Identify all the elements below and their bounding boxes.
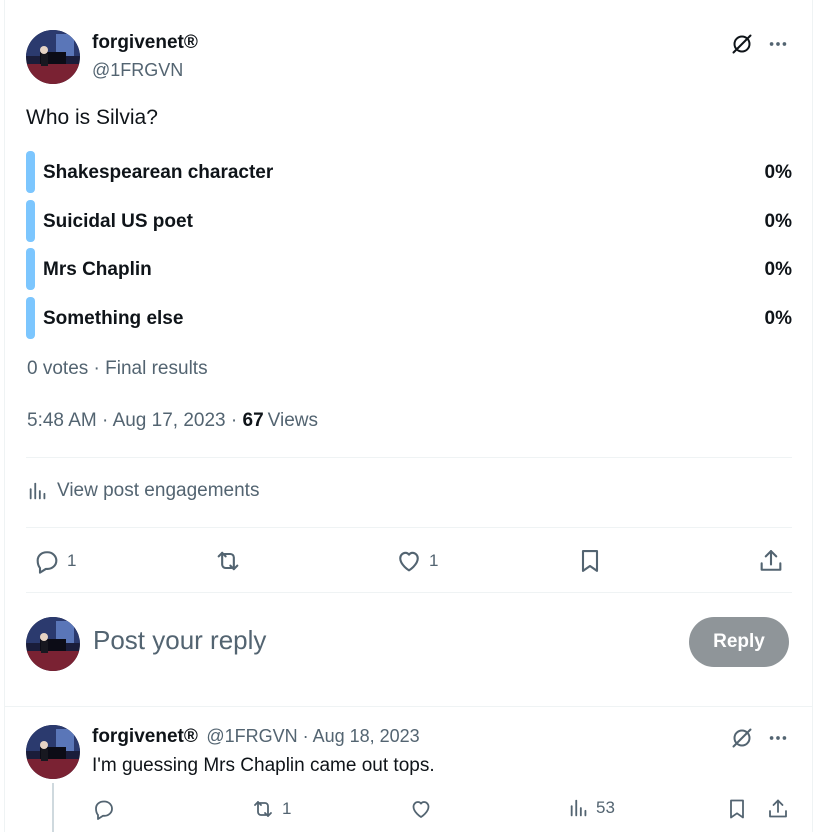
poll-summary: 0 votes · Final results: [27, 358, 208, 379]
repost-icon: [254, 801, 272, 817]
divider: [26, 592, 792, 593]
poll-option-bar: [26, 248, 35, 290]
grok-icon[interactable]: [728, 724, 756, 752]
grok-icon[interactable]: [728, 30, 756, 58]
poll-option-label: Suicidal US poet: [43, 211, 193, 232]
composer-avatar[interactable]: [26, 617, 80, 671]
analytics-icon: [570, 799, 587, 817]
avatar[interactable]: [26, 30, 80, 84]
share-icon: [769, 799, 787, 818]
post-time[interactable]: 5:48 AM: [27, 410, 97, 431]
bookmark-icon: [581, 550, 599, 572]
post-display-name[interactable]: forgivenet®: [92, 32, 198, 54]
post-text: Who is Silvia?: [26, 106, 158, 129]
poll-option-label: Something else: [43, 308, 184, 329]
reply-count: 1: [67, 551, 77, 570]
poll-option-percent: 0%: [764, 259, 792, 280]
like-button[interactable]: 1: [395, 547, 438, 575]
like-icon: [412, 801, 430, 818]
repost-button[interactable]: [213, 547, 249, 575]
post-metadata: 5:48 AM · Aug 17, 2023 · 67 Views: [27, 410, 318, 432]
reply-share-button[interactable]: [766, 797, 790, 821]
views-count: 67: [242, 410, 264, 431]
poll-option-label: Shakespearean character: [43, 162, 274, 183]
view-engagements-label: View post engagements: [57, 480, 260, 501]
like-count: 1: [429, 551, 439, 570]
share-icon: [760, 550, 782, 571]
frame-border-right: [812, 0, 813, 832]
bookmark-icon: [730, 799, 744, 819]
reply-repost-count: 1: [282, 799, 292, 818]
reply-avatar[interactable]: [26, 725, 80, 779]
like-icon: [399, 551, 419, 572]
poll-option-label: Mrs Chaplin: [43, 259, 152, 280]
reply-submit-button[interactable]: Reply: [689, 617, 789, 667]
reply-header: forgivenet® @1FRGVN · Aug 18, 2023: [92, 726, 420, 748]
poll-option-percent: 0%: [764, 211, 792, 232]
reply-views-button[interactable]: 53: [568, 797, 615, 819]
reply-button[interactable]: 1: [33, 547, 76, 575]
reply-icon: [95, 800, 113, 820]
poll-option-percent: 0%: [764, 308, 792, 329]
repost-icon: [217, 551, 239, 571]
reply-reply-button[interactable]: [92, 797, 122, 821]
poll-option: Suicidal US poet 0%: [26, 200, 792, 242]
poll-option-bar: [26, 297, 35, 339]
reply-icon: [36, 551, 58, 574]
analytics-icon: [29, 482, 46, 500]
separator: ·: [230, 410, 238, 431]
reply-input[interactable]: Post your reply: [93, 625, 266, 656]
reply-bookmark-button[interactable]: [725, 797, 749, 821]
poll-option-bar: [26, 200, 35, 242]
reply-repost-button[interactable]: 1: [250, 797, 291, 821]
reply-views-count: 53: [596, 798, 615, 817]
divider: [5, 706, 812, 707]
divider: [26, 527, 792, 528]
poll-option-bar: [26, 151, 35, 193]
frame-border-left: [4, 0, 5, 832]
poll-option: Something else 0%: [26, 297, 792, 339]
poll-option-percent: 0%: [764, 162, 792, 183]
reply-meta[interactable]: @1FRGVN · Aug 18, 2023: [206, 726, 419, 746]
views-label: Views: [267, 410, 318, 431]
bookmark-button[interactable]: [576, 547, 604, 575]
view-engagements-link[interactable]: View post engagements: [27, 480, 259, 502]
post-handle[interactable]: @1FRGVN: [92, 60, 183, 81]
post-date[interactable]: Aug 17, 2023: [113, 410, 226, 431]
separator: ·: [102, 410, 109, 431]
reply-like-button[interactable]: [409, 797, 439, 821]
more-icon[interactable]: [764, 30, 792, 58]
poll-option: Shakespearean character 0%: [26, 151, 792, 193]
divider: [26, 457, 792, 458]
reply-display-name[interactable]: forgivenet®: [92, 726, 198, 747]
reply-text: I'm guessing Mrs Chaplin came out tops.: [92, 755, 435, 776]
poll-option: Mrs Chaplin 0%: [26, 248, 792, 290]
more-icon[interactable]: [764, 724, 792, 752]
thread-line: [52, 783, 54, 832]
share-button[interactable]: [757, 547, 785, 575]
